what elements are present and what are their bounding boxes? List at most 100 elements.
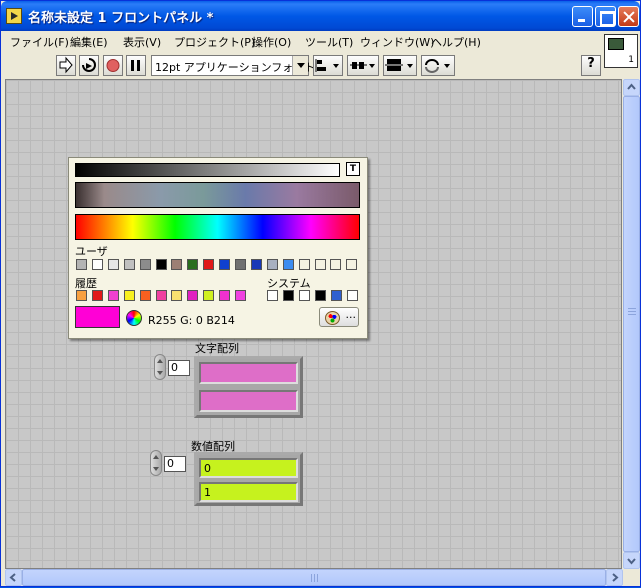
vertical-scrollbar[interactable] [623,79,640,569]
horizontal-scrollbar[interactable] [5,569,623,586]
horizontal-scroll-thumb[interactable] [22,569,606,586]
color-swatch[interactable] [123,259,135,270]
color-swatch[interactable] [139,259,151,270]
minimize-button[interactable] [572,6,593,27]
color-swatch[interactable] [346,290,358,301]
vertical-scroll-thumb[interactable] [623,96,640,552]
color-picker: T ユーザ 履歴 システム R255 G: 0 B214 ... [68,157,368,339]
string-array-element[interactable] [199,362,298,384]
front-panel-canvas[interactable]: T ユーザ 履歴 システム R255 G: 0 B214 ... 文字配列 0 … [5,79,622,569]
menu-bar: ファイル(F) 編集(E) 表示(V) プロジェクト(P) 操作(O) ツール(T) ウィン… [1,31,601,52]
transparent-button[interactable]: T [346,162,360,176]
font-select[interactable]: 12pt アプリケーションフォント [151,55,315,76]
color-swatch[interactable] [267,290,278,301]
menu-item[interactable]: 操作(O) [252,34,291,50]
color-wheel-icon[interactable] [126,310,142,326]
color-swatch[interactable] [266,259,278,270]
string-array-index-spinner[interactable] [154,354,166,380]
reorder-icon[interactable] [421,55,455,76]
color-swatch[interactable] [235,290,246,301]
run-arrow-icon[interactable] [56,55,76,76]
scroll-up-icon[interactable] [623,79,640,96]
color-swatch[interactable] [346,259,358,270]
color-swatch[interactable] [139,290,151,301]
user-colors-label: ユーザ [75,245,108,258]
menu-item[interactable]: ウィンドウ(W) [360,34,434,50]
window-title: 名称未設定 1 フロントパネル * [28,11,214,26]
front-panel-window: 名称未設定 1 フロントパネル * ファイル(F) 編集(E) 表示(V) プロジェク… [0,0,641,587]
vi-icon[interactable]: 1 [604,34,638,68]
string-array-element[interactable] [199,390,298,412]
color-swatch[interactable] [187,290,199,301]
labview-icon[interactable] [6,8,22,24]
help-icon[interactable]: ? [581,55,601,76]
color-swatch[interactable] [187,259,199,270]
hue-ramp[interactable] [75,214,360,240]
vi-number: 1 [628,55,634,65]
menu-item[interactable]: 表示(V) [123,34,161,50]
history-label: 履歴 [75,277,97,290]
toolbar: 12pt アプリケーションフォント ? [1,52,601,78]
color-swatch[interactable] [219,259,231,270]
color-swatch[interactable] [123,290,135,301]
scroll-right-icon[interactable] [606,569,623,586]
menu-item[interactable]: プロジェクト(P) [174,34,255,50]
abort-icon[interactable] [103,55,123,76]
color-swatch[interactable] [203,259,215,270]
vi-screen-icon [608,38,624,50]
menu-item[interactable]: ヘルプ(H) [431,34,481,50]
palette-button[interactable]: ... [319,307,359,327]
resize-objects-icon[interactable] [383,55,417,76]
scroll-down-icon[interactable] [623,552,640,569]
color-swatch[interactable] [219,290,231,301]
align-objects-icon[interactable] [313,55,343,76]
grayscale-ramp[interactable] [75,163,340,177]
color-swatch[interactable] [76,290,87,301]
color-swatch[interactable] [155,259,167,270]
color-swatch[interactable] [76,259,87,270]
string-array-label: 文字配列 [195,342,239,355]
color-swatch[interactable] [314,290,326,301]
color-swatch[interactable] [107,259,119,270]
color-swatch[interactable] [171,290,183,301]
numeric-array-element[interactable]: 1 [199,482,298,502]
color-swatch[interactable] [330,259,342,270]
title-bar[interactable]: 名称未設定 1 フロントパネル * [1,1,640,31]
current-color [75,306,120,328]
string-array-index[interactable]: 0 [168,360,190,376]
color-swatch[interactable] [298,259,310,270]
scroll-left-icon[interactable] [5,569,22,586]
color-swatch[interactable] [330,290,342,301]
string-array-frame [194,356,303,418]
numeric-array-element[interactable]: 0 [199,458,298,478]
color-swatch[interactable] [282,290,294,301]
distribute-objects-icon[interactable] [347,55,379,76]
color-swatch[interactable] [298,290,310,301]
color-swatch[interactable] [91,290,103,301]
color-swatch[interactable] [203,290,215,301]
chevron-down-icon[interactable] [292,56,308,75]
menu-item[interactable]: ファイル(F) [10,34,69,50]
menu-item[interactable]: 編集(E) [70,34,108,50]
numeric-array-index[interactable]: 0 [164,456,186,472]
maximize-button[interactable] [595,6,616,27]
run-continuously-icon[interactable] [79,55,99,76]
numeric-array-index-spinner[interactable] [150,450,162,476]
numeric-array-frame: 0 1 [194,452,303,506]
menu-item[interactable]: ツール(T) [305,34,353,50]
pause-icon[interactable] [126,55,146,76]
soft-color-ramp[interactable] [75,182,360,208]
color-swatch[interactable] [171,259,183,270]
color-swatch[interactable] [155,290,167,301]
grip-icon [311,574,319,582]
rgb-readout: R255 G: 0 B214 [148,314,235,327]
color-swatch[interactable] [250,259,262,270]
color-swatch[interactable] [91,259,103,270]
system-label: システム [267,277,311,290]
grip-icon [628,308,636,316]
color-swatch[interactable] [282,259,294,270]
color-swatch[interactable] [314,259,326,270]
color-swatch[interactable] [235,259,246,270]
color-swatch[interactable] [107,290,119,301]
close-button[interactable] [618,6,639,27]
